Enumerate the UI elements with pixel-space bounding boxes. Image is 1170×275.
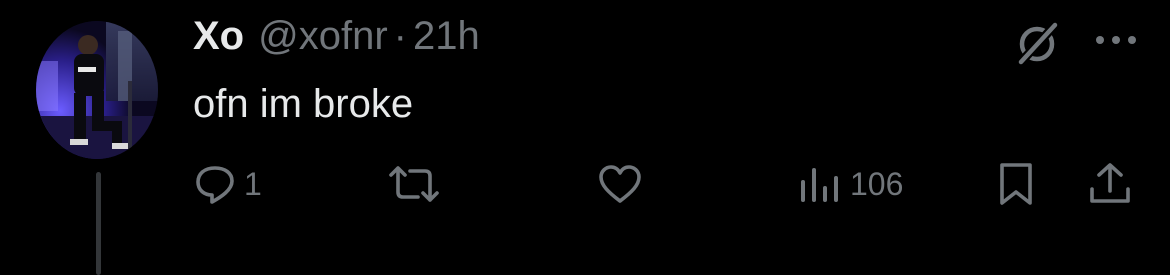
views-icon — [801, 168, 838, 202]
repost-button[interactable] — [388, 160, 448, 208]
reply-icon — [196, 166, 234, 204]
repost-icon — [389, 166, 439, 202]
views-count: 106 — [850, 165, 904, 202]
avatar-photo — [36, 21, 158, 159]
bookmark-button[interactable] — [996, 160, 1036, 208]
post-header: Xo @xofnr · 21h — [193, 14, 480, 70]
bookmark-icon — [1000, 163, 1032, 205]
views-button[interactable]: 106 — [798, 160, 903, 208]
share-icon — [1090, 163, 1130, 203]
post-text: ofn im broke — [193, 82, 414, 126]
like-icon — [599, 165, 641, 203]
reply-button[interactable]: 1 — [194, 160, 262, 208]
separator-dot: · — [393, 14, 407, 58]
post[interactable]: Xo @xofnr · 21h ofn im broke 1 106 — [0, 0, 1170, 275]
more-icon[interactable] — [1092, 30, 1140, 50]
share-button[interactable] — [1088, 160, 1132, 208]
thread-line — [96, 172, 101, 275]
reply-count: 1 — [244, 165, 262, 202]
author-handle[interactable]: @xofnr — [258, 14, 388, 59]
post-time[interactable]: 21h — [413, 14, 480, 59]
grok-icon[interactable] — [1012, 18, 1062, 68]
avatar[interactable] — [36, 21, 158, 159]
author-name[interactable]: Xo — [193, 14, 244, 59]
like-button[interactable] — [598, 160, 650, 208]
